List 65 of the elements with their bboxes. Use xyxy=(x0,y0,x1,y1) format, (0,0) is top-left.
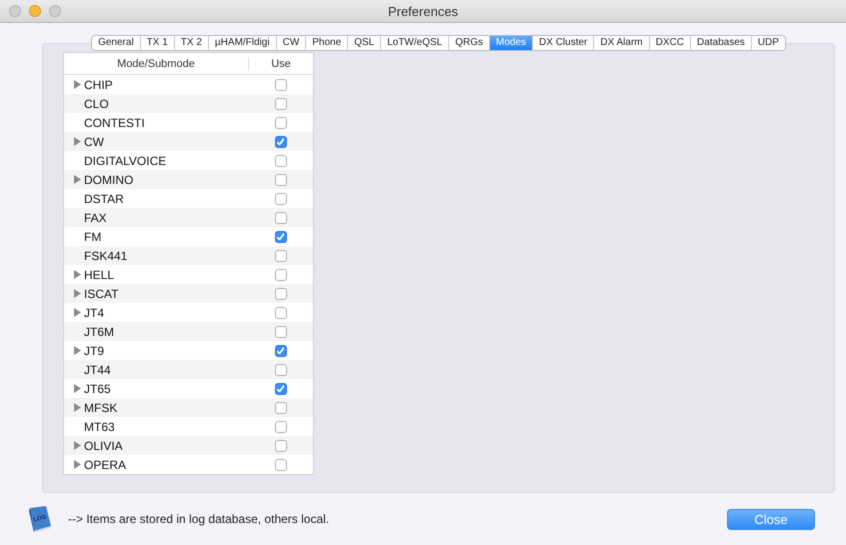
mode-name: HELL xyxy=(84,268,114,282)
mode-name: DIGITALVOICE xyxy=(84,154,166,168)
mode-name: DSTAR xyxy=(84,192,124,206)
mode-name: JT65 xyxy=(84,382,111,396)
zoom-icon[interactable] xyxy=(49,5,61,17)
checkbox[interactable] xyxy=(274,212,286,224)
tab[interactable]: General xyxy=(92,36,141,50)
mode-name: DOMINO xyxy=(84,172,134,186)
minimize-icon[interactable] xyxy=(29,5,41,17)
mode-name: JT6M xyxy=(84,324,114,338)
disclosure-triangle-icon[interactable] xyxy=(74,175,81,184)
mode-name: CONTESTI xyxy=(84,116,145,130)
checkbox[interactable] xyxy=(274,174,286,186)
footer-note: --> Items are stored in log database, others local. xyxy=(68,512,330,526)
mode-name: FAX xyxy=(84,210,107,224)
checkbox[interactable] xyxy=(274,116,286,128)
disclosure-triangle-icon[interactable] xyxy=(74,403,81,412)
mode-name: ISCAT xyxy=(84,286,118,300)
disclosure-triangle-icon[interactable] xyxy=(74,460,81,469)
mode-name: CHIP xyxy=(84,78,113,92)
checkbox[interactable] xyxy=(274,364,286,376)
disclosure-triangle-icon[interactable] xyxy=(74,289,81,298)
disclosure-triangle-icon[interactable] xyxy=(74,441,81,450)
checkmark-icon xyxy=(277,138,284,145)
disclosure-triangle-icon[interactable] xyxy=(74,308,81,317)
checkbox[interactable] xyxy=(274,288,286,300)
checkbox[interactable] xyxy=(274,136,286,148)
checkbox[interactable] xyxy=(274,268,286,280)
disclosure-triangle-icon[interactable] xyxy=(74,346,81,355)
mode-name: JT44 xyxy=(84,362,111,376)
checkbox[interactable] xyxy=(274,306,286,318)
close-icon[interactable] xyxy=(9,5,21,17)
checkmark-icon xyxy=(277,233,284,240)
column-header[interactable]: Use xyxy=(249,58,313,70)
checkbox[interactable] xyxy=(274,192,286,204)
mode-name: JT9 xyxy=(84,344,104,358)
disclosure-triangle-icon[interactable] xyxy=(74,137,81,146)
mode-name: OLIVIA xyxy=(84,438,123,452)
mode-name: MT63 xyxy=(84,420,115,434)
checkbox[interactable] xyxy=(274,326,286,338)
mode-name: MFSK xyxy=(84,400,118,414)
checkbox[interactable] xyxy=(274,78,286,90)
checkbox[interactable] xyxy=(274,154,286,166)
checkmark-icon xyxy=(277,385,284,392)
checkbox[interactable] xyxy=(274,250,286,262)
checkbox[interactable] xyxy=(274,344,286,356)
checkbox[interactable] xyxy=(274,402,286,414)
checkbox[interactable] xyxy=(274,230,286,242)
disclosure-triangle-icon[interactable] xyxy=(74,270,81,279)
checkbox[interactable] xyxy=(274,420,286,432)
checkmark-icon xyxy=(277,347,284,354)
mode-name: FSK441 xyxy=(84,248,128,262)
mode-name: CLO xyxy=(84,96,109,110)
mode-name: FM xyxy=(84,230,102,244)
mode-name: JT4 xyxy=(84,306,104,320)
window-title: Preferences xyxy=(388,4,458,18)
column-header[interactable]: Mode/Submode xyxy=(64,58,249,70)
checkbox[interactable] xyxy=(274,382,286,394)
disclosure-triangle-icon[interactable] xyxy=(74,80,81,89)
mode-name: OPERA xyxy=(84,458,126,472)
disclosure-triangle-icon[interactable] xyxy=(74,384,81,393)
checkbox[interactable] xyxy=(274,440,286,452)
checkbox[interactable] xyxy=(274,458,286,470)
checkbox[interactable] xyxy=(274,98,286,110)
mode-name: CW xyxy=(84,134,104,148)
